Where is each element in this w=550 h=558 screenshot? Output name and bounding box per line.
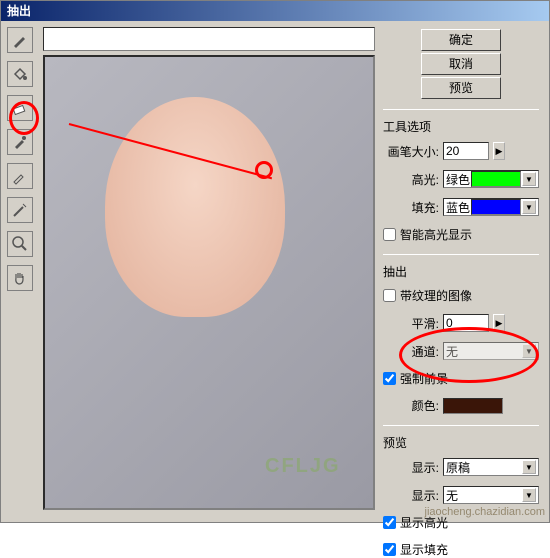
chevron-down-icon: ▼ <box>522 200 536 214</box>
brush-size-label: 画笔大小: <box>383 143 439 160</box>
display-row: 显示: 无▼ <box>383 486 539 504</box>
fg-color-row: 颜色: <box>383 397 539 414</box>
edge-icon <box>11 201 29 219</box>
brush-size-row: 画笔大小: ▶ <box>383 142 539 160</box>
force-fg-row: 强制前景 <box>383 370 539 387</box>
textured-checkbox[interactable] <box>383 289 396 302</box>
eyedropper-tool[interactable] <box>7 129 33 155</box>
show-row: 显示: 原稿 ▼ <box>383 458 539 476</box>
tool-options-title: 工具选项 <box>383 118 539 135</box>
titlebar: 抽出 <box>1 1 549 21</box>
brush-size-input[interactable] <box>443 142 489 160</box>
watermark-site: jiaocheng.chazidian.com <box>425 506 545 518</box>
zoom-tool[interactable] <box>7 231 33 257</box>
display-select[interactable]: 无▼ <box>443 486 539 504</box>
zoom-icon <box>11 235 29 253</box>
separator <box>383 254 539 255</box>
channel-row: 通道: 无▼ <box>383 342 539 360</box>
options-column: 确定 取消 预览 工具选项 画笔大小: ▶ 高光: 绿色▼ 填充: 蓝色▼ 智能 <box>379 21 549 522</box>
fill-tool[interactable] <box>7 61 33 87</box>
tool-column <box>1 21 39 522</box>
edge-tool[interactable] <box>7 197 33 223</box>
smooth-row: 平滑: ▶ <box>383 314 539 332</box>
separator <box>383 425 539 426</box>
cleanup-tool[interactable] <box>7 163 33 189</box>
chevron-down-icon: ▼ <box>522 172 536 186</box>
watermark-logo: CFLJG <box>265 455 341 478</box>
fill-swatch <box>471 199 521 215</box>
show-select[interactable]: 原稿 ▼ <box>443 458 539 476</box>
highlight-label: 高光: <box>383 171 439 188</box>
smooth-label: 平滑: <box>383 315 439 332</box>
smooth-input[interactable] <box>443 314 489 332</box>
fill-icon <box>11 65 29 83</box>
image-preview[interactable]: CFLJG <box>43 55 375 510</box>
force-fg-label: 强制前景 <box>400 370 448 387</box>
extract-dialog: 抽出 CFLJG 确定 取消 预览 <box>0 0 550 523</box>
cancel-button[interactable]: 取消 <box>421 53 501 75</box>
chevron-down-icon: ▼ <box>522 460 536 474</box>
brush-size-stepper[interactable]: ▶ <box>493 142 505 160</box>
display-label: 显示: <box>383 487 439 504</box>
ok-button[interactable]: 确定 <box>421 29 501 51</box>
highlight-row: 高光: 绿色 ▼ <box>383 170 539 188</box>
eyedropper-icon <box>11 133 29 151</box>
smart-highlight-row: 智能高光显示 <box>383 226 539 243</box>
marker-tool[interactable] <box>7 27 33 53</box>
highlight-value: 绿色 <box>446 171 470 188</box>
show-value: 原稿 <box>446 459 470 476</box>
cleanup-icon <box>11 167 29 185</box>
textured-label: 带纹理的图像 <box>400 287 472 304</box>
textured-row: 带纹理的图像 <box>383 287 539 304</box>
fill-value: 蓝色 <box>446 199 470 216</box>
chevron-down-icon: ▼ <box>522 488 536 502</box>
fill-label: 填充: <box>383 199 439 216</box>
eraser-icon <box>11 99 29 117</box>
highlight-select[interactable]: 绿色 ▼ <box>443 170 539 188</box>
show-fill-label: 显示填充 <box>400 541 448 558</box>
fill-row: 填充: 蓝色 ▼ <box>383 198 539 216</box>
chevron-down-icon: ▼ <box>522 344 536 358</box>
channel-label: 通道: <box>383 343 439 360</box>
show-fill-row: 显示填充 <box>383 541 539 558</box>
smooth-stepper[interactable]: ▶ <box>493 314 505 332</box>
force-fg-checkbox[interactable] <box>383 372 396 385</box>
fg-color-swatch[interactable] <box>443 398 503 414</box>
channel-select[interactable]: 无▼ <box>443 342 539 360</box>
window-title: 抽出 <box>7 4 31 18</box>
smart-highlight-checkbox[interactable] <box>383 228 396 241</box>
hand-icon <box>11 269 29 287</box>
highlight-swatch <box>471 171 521 187</box>
hand-tool[interactable] <box>7 265 33 291</box>
channel-value: 无 <box>446 343 458 360</box>
content-area: CFLJG 确定 取消 预览 工具选项 画笔大小: ▶ 高光: 绿色 ▼ 填充: <box>1 21 549 522</box>
extract-title: 抽出 <box>383 263 539 280</box>
preview-button[interactable]: 预览 <box>421 77 501 99</box>
image-content <box>105 97 285 317</box>
show-fill-checkbox[interactable] <box>383 543 396 556</box>
marker-icon <box>11 31 29 49</box>
fg-color-label: 颜色: <box>383 397 439 414</box>
separator <box>383 109 539 110</box>
show-label: 显示: <box>383 459 439 476</box>
display-value: 无 <box>446 487 458 504</box>
preview-column: CFLJG <box>39 21 379 522</box>
button-row: 确定 取消 预览 <box>383 27 539 101</box>
fill-select[interactable]: 蓝色 ▼ <box>443 198 539 216</box>
preview-title: 预览 <box>383 434 539 451</box>
smart-highlight-label: 智能高光显示 <box>400 226 472 243</box>
eraser-tool[interactable] <box>7 95 33 121</box>
thumbnail-bar[interactable] <box>43 27 375 51</box>
